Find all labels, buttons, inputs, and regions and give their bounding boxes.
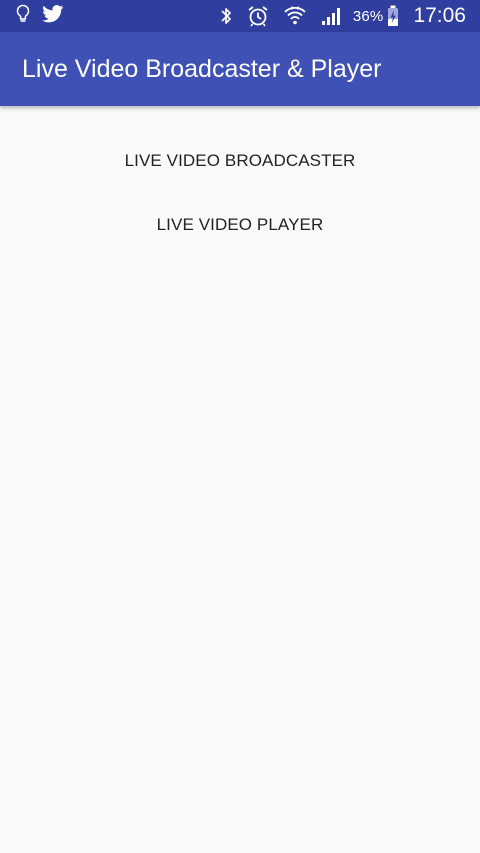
status-bar: 36% 17:06	[0, 0, 480, 32]
app-title: Live Video Broadcaster & Player	[22, 55, 382, 83]
battery-charging-icon	[387, 5, 399, 27]
alarm-icon	[247, 5, 269, 27]
lightbulb-icon	[16, 4, 30, 29]
bluetooth-icon	[219, 5, 233, 27]
status-bar-system: 36% 17:06	[205, 0, 466, 32]
live-video-broadcaster-button[interactable]: LIVE VIDEO BROADCASTER	[0, 150, 480, 172]
wifi-icon	[283, 5, 307, 27]
status-bar-notifications	[16, 4, 64, 29]
battery-percent: 36%	[352, 7, 384, 25]
twitter-icon	[42, 4, 64, 28]
app-bar: Live Video Broadcaster & Player	[0, 32, 480, 106]
live-video-player-button[interactable]: LIVE VIDEO PLAYER	[0, 214, 480, 236]
signal-icon	[321, 5, 343, 27]
clock: 17:06	[413, 4, 466, 27]
